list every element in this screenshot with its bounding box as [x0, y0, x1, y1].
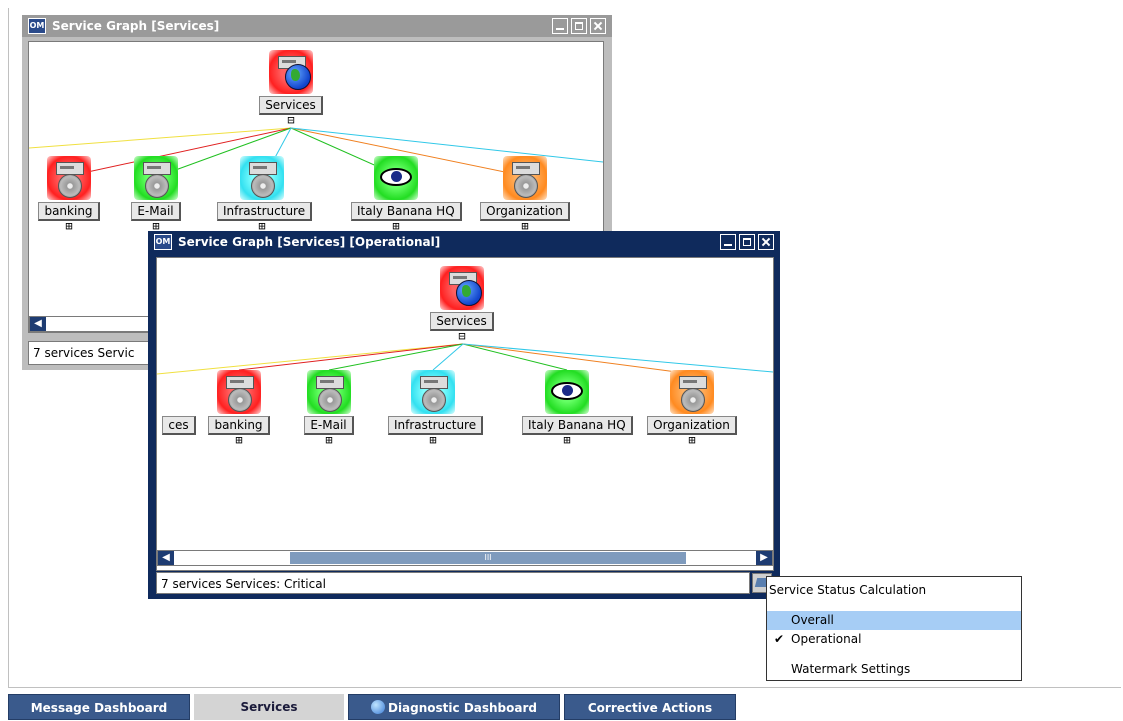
- globe-server-icon: [440, 266, 484, 310]
- service-status-context-menu[interactable]: Service Status Calculation Overall ✔ Ope…: [766, 576, 1022, 681]
- scroll-left-icon[interactable]: ◀: [158, 551, 174, 565]
- node-label: ces: [162, 416, 196, 435]
- tab-services[interactable]: Services: [194, 694, 344, 720]
- graph-node-organization[interactable]: Organization ⊞: [480, 156, 570, 232]
- graph-node-services[interactable]: Services ⊟: [417, 266, 507, 342]
- back-window-titlebar[interactable]: OM Service Graph [Services]: [22, 15, 612, 37]
- maximize-icon[interactable]: [571, 18, 587, 34]
- menu-header-service-status-calculation: Service Status Calculation: [769, 583, 927, 597]
- bottom-tab-bar: Message Dashboard Services Diagnostic Da…: [0, 692, 1123, 720]
- expand-icon[interactable]: ⊞: [480, 220, 570, 232]
- server-icon: [217, 370, 261, 414]
- eye-icon: [374, 156, 418, 200]
- menu-item-label: Watermark Settings: [791, 662, 911, 676]
- menu-item-label: Operational: [791, 632, 862, 646]
- graph-node-infrastructure[interactable]: Infrastructure ⊞: [388, 370, 484, 446]
- expand-icon[interactable]: ⊞: [29, 220, 114, 232]
- server-icon: [240, 156, 284, 200]
- minimize-icon[interactable]: [552, 18, 568, 34]
- expand-icon[interactable]: ⊞: [522, 434, 612, 446]
- scroll-left-icon[interactable]: ◀: [30, 317, 46, 331]
- close-icon[interactable]: [758, 234, 774, 250]
- desktop: OM Service Graph [Services] Services ⊟ b…: [0, 0, 1123, 720]
- server-icon: [503, 156, 547, 200]
- close-icon[interactable]: [590, 18, 606, 34]
- graph-node-services[interactable]: Services ⊟: [246, 50, 336, 126]
- service-graph-window-operational[interactable]: OM Service Graph [Services] [Operational…: [148, 231, 780, 599]
- menu-item-operational[interactable]: ✔ Operational: [767, 630, 1021, 649]
- tab-label: Corrective Actions: [587, 701, 713, 715]
- scroll-thumb[interactable]: III: [290, 552, 686, 564]
- back-window-title: Service Graph [Services]: [52, 19, 220, 33]
- scroll-right-icon[interactable]: ▶: [756, 551, 772, 565]
- collapse-icon[interactable]: ⊟: [417, 330, 507, 342]
- minimize-icon[interactable]: [720, 234, 736, 250]
- expand-icon[interactable]: ⊞: [351, 220, 441, 232]
- server-icon: [670, 370, 714, 414]
- graph-node-italy-banana-hq[interactable]: Italy Banana HQ ⊞: [522, 370, 633, 446]
- expand-icon[interactable]: ⊞: [647, 434, 737, 446]
- collapse-icon[interactable]: ⊟: [246, 114, 336, 126]
- menu-item-watermark-settings[interactable]: Watermark Settings: [767, 660, 1021, 679]
- front-window-title: Service Graph [Services] [Operational]: [178, 235, 441, 249]
- server-icon: [411, 370, 455, 414]
- tab-corrective-actions[interactable]: Corrective Actions: [564, 694, 736, 720]
- globe-server-icon: [269, 50, 313, 94]
- tab-label: Message Dashboard: [30, 701, 168, 715]
- graph-node-italy-banana-hq[interactable]: Italy Banana HQ ⊞: [351, 156, 462, 232]
- expand-icon[interactable]: ⊞: [217, 220, 307, 232]
- server-icon: [134, 156, 178, 200]
- tab-diagnostic-dashboard[interactable]: Diagnostic Dashboard: [348, 694, 560, 720]
- graph-node-banking[interactable]: banking ⊞: [194, 370, 284, 446]
- tab-label: Diagnostic Dashboard: [387, 701, 537, 715]
- front-horizontal-scrollbar[interactable]: ◀ III ▶: [157, 550, 773, 566]
- graph-node-email[interactable]: E-Mail ⊞: [284, 370, 374, 446]
- diagnostic-globe-icon: [370, 700, 385, 714]
- maximize-icon[interactable]: [739, 234, 755, 250]
- expand-icon[interactable]: ⊞: [388, 434, 478, 446]
- front-graph-canvas[interactable]: Services ⊟ ces banking ⊞ E-Mail ⊞ Infras…: [156, 257, 774, 571]
- graph-node-organization[interactable]: Organization ⊞: [647, 370, 737, 446]
- server-icon: [307, 370, 351, 414]
- node-label: Italy Banana HQ: [351, 202, 462, 221]
- om-logo-icon: OM: [154, 234, 172, 250]
- node-label: Italy Banana HQ: [522, 416, 633, 435]
- graph-node-banking[interactable]: banking ⊞: [29, 156, 114, 232]
- tab-label: Services: [240, 700, 298, 714]
- menu-item-label: Overall: [791, 613, 834, 627]
- front-status-bar: 7 services Services: Critical: [156, 572, 750, 594]
- om-logo-icon: OM: [28, 18, 46, 34]
- tab-message-dashboard[interactable]: Message Dashboard: [8, 694, 190, 720]
- expand-icon[interactable]: ⊞: [194, 434, 284, 446]
- expand-icon[interactable]: ⊞: [111, 220, 201, 232]
- expand-icon[interactable]: ⊞: [284, 434, 374, 446]
- graph-node-infrastructure[interactable]: Infrastructure ⊞: [217, 156, 313, 232]
- front-window-titlebar[interactable]: OM Service Graph [Services] [Operational…: [148, 231, 780, 253]
- checkmark-icon: ✔: [774, 632, 785, 646]
- eye-icon: [545, 370, 589, 414]
- server-icon: [47, 156, 91, 200]
- graph-node-email[interactable]: E-Mail ⊞: [111, 156, 201, 232]
- menu-item-overall[interactable]: Overall: [767, 611, 1021, 630]
